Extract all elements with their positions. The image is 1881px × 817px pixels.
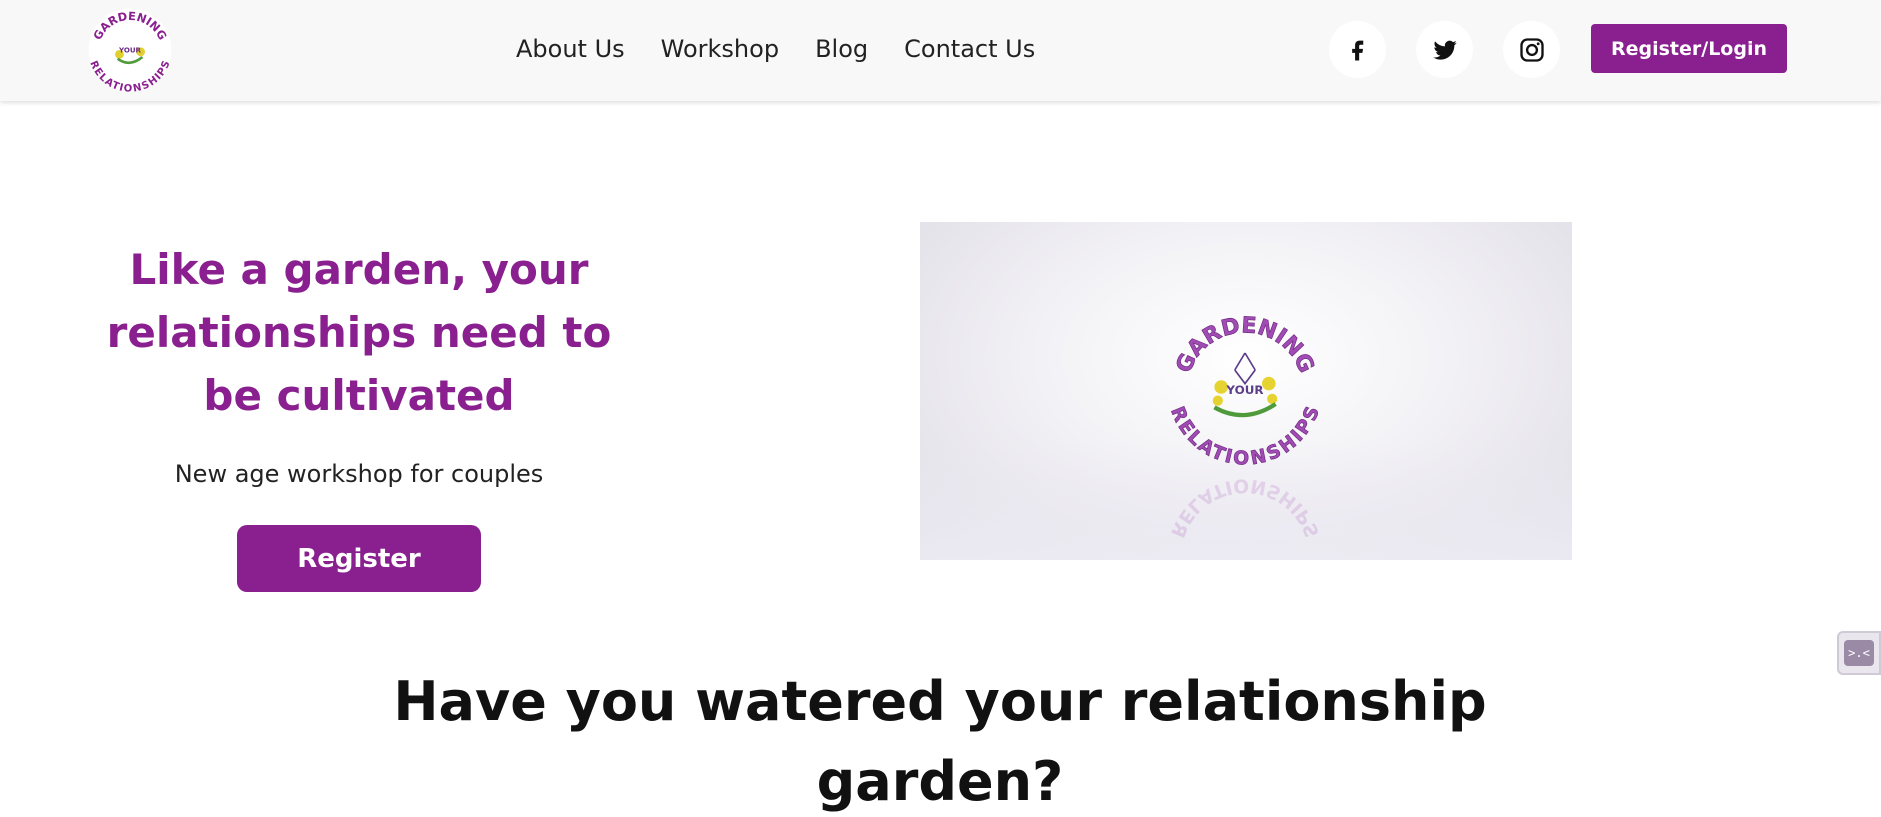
logo-reflection-icon: RELATIONSHIPS [1166, 474, 1324, 540]
site-header: GARDENING RELATIONSHIPS YOUR About Us Wo… [0, 0, 1881, 101]
svg-text:YOUR: YOUR [118, 46, 142, 55]
svg-text:YOUR: YOUR [1225, 383, 1263, 397]
instagram-icon [1519, 37, 1544, 62]
nav-workshop[interactable]: Workshop [643, 30, 797, 68]
register-button[interactable]: Register [237, 525, 481, 592]
nav-contact-us[interactable]: Contact Us [886, 30, 1053, 68]
facebook-icon [1351, 40, 1363, 60]
site-logo[interactable]: GARDENING RELATIONSHIPS YOUR [86, 6, 174, 94]
section-title: Have you watered your relationship garde… [393, 670, 1487, 813]
twitter-icon [1432, 40, 1457, 60]
twitter-button[interactable] [1416, 21, 1473, 78]
register-login-button[interactable]: Register/Login [1591, 24, 1787, 73]
facebook-button[interactable] [1329, 21, 1386, 78]
svg-text:RELATIONSHIPS: RELATIONSHIPS [1166, 474, 1324, 540]
gardening-relationships-logo-icon: GARDENING RELATIONSHIPS YOUR [1166, 312, 1325, 470]
chat-widget-button[interactable]: >.< [1837, 631, 1881, 675]
nav-about-us[interactable]: About Us [498, 30, 643, 68]
hero-subtitle: New age workshop for couples [174, 460, 544, 488]
hero-title: Like a garden, your relationships need t… [106, 245, 612, 420]
main-nav: About Us Workshop Blog Contact Us [498, 30, 1053, 68]
nav-blog[interactable]: Blog [797, 30, 886, 68]
promo-video[interactable]: GARDENING RELATIONSHIPS YOUR RELATIONSHI… [920, 222, 1572, 560]
instagram-button[interactable] [1503, 21, 1560, 78]
svg-text:GARDENING: GARDENING [1171, 312, 1320, 376]
chat-widget-icon: >.< [1844, 640, 1874, 666]
